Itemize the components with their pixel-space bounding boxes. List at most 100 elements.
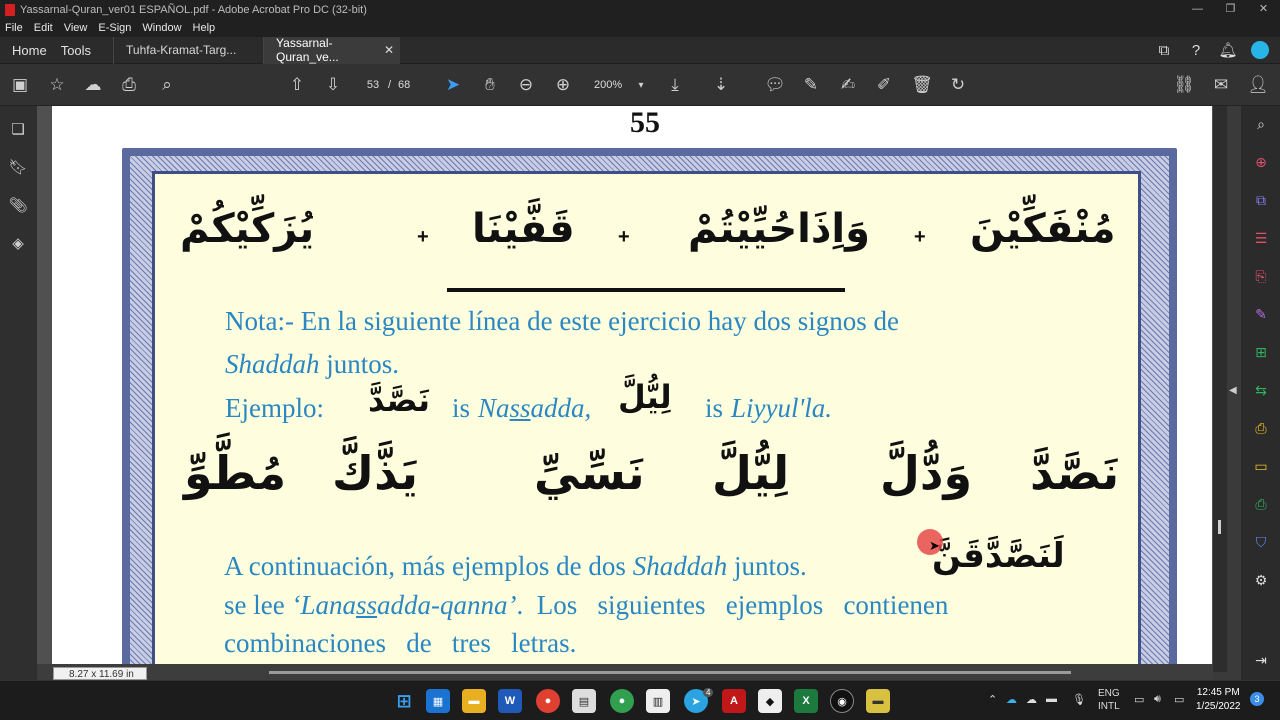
close-tab-icon[interactable]: ✕	[384, 43, 394, 57]
onedrive-icon[interactable]: ☁	[1006, 693, 1017, 706]
menu-file[interactable]: File	[5, 22, 23, 34]
zoom-in-icon[interactable]: ⊕	[552, 74, 574, 96]
restore-button[interactable]: ❐	[1214, 0, 1247, 19]
display-icon[interactable]: ▭	[1134, 693, 1144, 706]
close-window-button[interactable]: ✕	[1247, 0, 1280, 19]
language-indicator[interactable]: ENG INTL	[1098, 687, 1120, 713]
edit-pdf-icon[interactable]: ✎	[1251, 304, 1271, 324]
compare-icon[interactable]: ⇆	[1251, 380, 1271, 400]
search-icon[interactable]: ⌕	[156, 74, 178, 96]
expand-pane-icon[interactable]: ⇥	[1251, 650, 1271, 670]
translit-part: ‘Lana	[291, 590, 356, 620]
arabic-word: نَسِّيِّ	[534, 446, 645, 500]
organize-pages-icon[interactable]: ☰	[1251, 228, 1271, 248]
star-icon[interactable]: ☆	[46, 74, 68, 96]
right-pane-collapse-icon[interactable]: ◀	[1229, 385, 1237, 396]
menu-help[interactable]: Help	[193, 22, 216, 34]
sign-icon[interactable]: ✍︎	[837, 74, 859, 96]
volume-icon[interactable]: 🔊︎	[1154, 693, 1161, 706]
protect-icon[interactable]: ⛉	[1251, 532, 1271, 552]
network-icon[interactable]: ▬	[1046, 693, 1057, 705]
page-fit-icon[interactable]: ⤓	[664, 74, 686, 96]
tab-document-2[interactable]: Yassarnal-Quran_ve... ✕	[263, 36, 401, 64]
minimize-button[interactable]: —	[1181, 0, 1214, 19]
zoom-search-icon[interactable]: ⌕	[1251, 114, 1271, 134]
print-icon[interactable]: ⎙	[118, 74, 140, 96]
create-pdf-icon[interactable]: ⊕	[1251, 152, 1271, 172]
export-pdf-icon[interactable]: ⎘	[1251, 266, 1271, 286]
menu-window[interactable]: Window	[142, 22, 181, 34]
acrobat-icon	[5, 3, 15, 16]
rotate-icon[interactable]: ↻	[947, 74, 969, 96]
zoom-dropdown-icon[interactable]: ▾	[630, 74, 652, 96]
start-button[interactable]: ⊞	[392, 689, 416, 713]
attachment-icon[interactable]: 📎︎	[8, 196, 28, 216]
obs-icon[interactable]: ◉	[830, 689, 854, 713]
combine-files-icon[interactable]: ⧉	[1251, 190, 1271, 210]
help-icon[interactable]: ?	[1186, 40, 1206, 60]
menu-esign[interactable]: E-Sign	[98, 22, 131, 34]
arabic-word: وَدُّلَّ	[880, 446, 973, 500]
cloud-icon[interactable]: ☁	[1026, 693, 1037, 706]
mic-icon[interactable]: 🎙︎	[1072, 693, 1086, 706]
horizontal-scrollbar[interactable]	[37, 664, 1213, 680]
scan-icon[interactable]: ⊞	[1251, 342, 1271, 362]
notes-icon[interactable]: ▤	[572, 689, 596, 713]
notification-count[interactable]: 3	[1250, 692, 1264, 706]
page-thumbnails-icon[interactable]: ❏	[8, 120, 28, 140]
zoom-out-icon[interactable]: ⊖	[515, 74, 537, 96]
chrome-profile-icon[interactable]: ●	[610, 689, 634, 713]
scroll-mode-icon[interactable]: ⇣	[710, 74, 732, 96]
hand-tool-icon[interactable]: ✋︎	[479, 74, 501, 96]
page-number-input[interactable]: 53	[359, 76, 387, 94]
account-avatar[interactable]	[1250, 40, 1270, 60]
task-view-icon[interactable]: ▦	[426, 689, 450, 713]
tab-tools[interactable]: Tools	[61, 43, 91, 58]
excel-icon[interactable]: X	[794, 689, 818, 713]
send-for-review-icon[interactable]: ⎙	[1251, 418, 1271, 438]
arabic-word: قَفَّيْنَا	[472, 206, 575, 252]
fill-sign-icon[interactable]: ✐	[873, 74, 895, 96]
app-icon[interactable]: ◆	[758, 689, 782, 713]
more-tools-icon[interactable]: ⚙	[1251, 570, 1271, 590]
tray-chevron-icon[interactable]: ⌃	[988, 693, 997, 706]
add-user-icon[interactable]: 👤︎	[1247, 74, 1269, 96]
menu-view[interactable]: View	[64, 22, 88, 34]
system-clock[interactable]: 12:45 PM 1/25/2022	[1196, 686, 1241, 714]
next-page-icon[interactable]: ⇩	[322, 74, 344, 96]
vertical-scrollbar[interactable]	[1213, 106, 1227, 672]
horizontal-scroll-thumb[interactable]	[269, 671, 1071, 674]
highlight-pen-icon[interactable]: ✎	[800, 74, 822, 96]
example-label: Ejemplo:	[225, 393, 324, 423]
acrobat-taskbar-icon[interactable]: A	[722, 689, 746, 713]
save-icon[interactable]: ▣	[9, 74, 31, 96]
continuation-line-3: combinaciones de tres letras.	[224, 628, 577, 658]
share-screen-icon[interactable]: ⧉	[1154, 40, 1174, 60]
comment-tool-icon[interactable]: ▭	[1251, 456, 1271, 476]
prev-page-icon[interactable]: ⇧	[286, 74, 308, 96]
menu-edit[interactable]: Edit	[34, 22, 53, 34]
select-cursor-icon[interactable]: ➤	[442, 74, 464, 96]
bookmark-icon[interactable]: 🔖︎	[8, 158, 28, 178]
document-view[interactable]: 55 مُنْفَكِّيْنَ + وَاِذَاحُيِّيْتُمْ + …	[37, 106, 1213, 672]
tab-document-1[interactable]: Tuhfa-Kramat-Targ...	[113, 36, 263, 64]
vertical-scroll-thumb[interactable]	[1218, 520, 1221, 534]
email-icon[interactable]: ✉	[1210, 74, 1232, 96]
print-production-icon[interactable]: ⎙	[1251, 494, 1271, 514]
reader-icon[interactable]: ▥	[646, 689, 670, 713]
link-icon[interactable]: ⛓︎	[1173, 74, 1195, 96]
word-icon[interactable]: W	[498, 689, 522, 713]
chrome-icon[interactable]: ●	[536, 689, 560, 713]
continuation-line-2: se lee ‘Lanassadda-qanna’. Los siguiente…	[224, 590, 948, 621]
zoom-level-input[interactable]: 200%	[594, 76, 632, 94]
bell-icon[interactable]: 🔔︎	[1218, 40, 1238, 60]
comment-icon[interactable]: 💬︎	[764, 74, 786, 96]
folder-icon[interactable]: ▬	[866, 689, 890, 713]
file-explorer-icon[interactable]: ▬	[462, 689, 486, 713]
battery-icon[interactable]: ▭	[1174, 693, 1184, 706]
upload-cloud-icon[interactable]: ☁	[82, 74, 104, 96]
delete-icon[interactable]: 🗑︎	[911, 74, 933, 96]
tab-home[interactable]: Home	[12, 43, 47, 58]
layers-icon[interactable]: ◈	[8, 234, 28, 254]
text-part: A continuación, más ejemplos de dos	[224, 551, 633, 581]
